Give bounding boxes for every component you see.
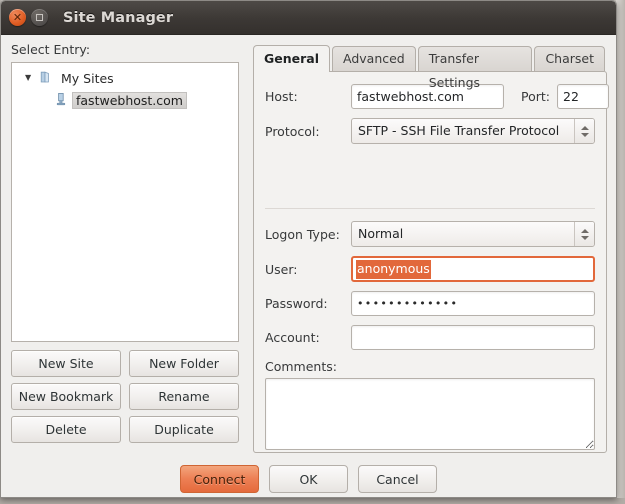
chevron-down-icon: [580, 235, 589, 240]
new-bookmark-button[interactable]: New Bookmark: [11, 383, 121, 410]
password-masked-value: •••••••••••••: [357, 297, 459, 310]
password-label: Password:: [265, 296, 328, 311]
site-manager-dialog: ✕ Site Manager Select Entry: ▼ My Sites …: [0, 0, 617, 498]
dialog-action-bar: Connect OK Cancel: [1, 465, 616, 493]
user-input[interactable]: anonymous: [351, 256, 595, 282]
port-label: Port:: [521, 89, 550, 104]
cancel-button[interactable]: Cancel: [358, 465, 437, 493]
titlebar[interactable]: ✕ Site Manager: [1, 1, 616, 35]
chevron-down-icon: [580, 132, 589, 137]
settings-notebook: General Advanced Transfer Settings Chars…: [253, 42, 609, 453]
tab-general[interactable]: General: [253, 45, 330, 72]
account-label: Account:: [265, 330, 320, 345]
port-input[interactable]: [557, 84, 609, 109]
ok-button[interactable]: OK: [269, 465, 348, 493]
connect-button[interactable]: Connect: [180, 465, 259, 493]
spinner-arrows-icon[interactable]: [574, 222, 594, 246]
close-icon[interactable]: ✕: [9, 9, 26, 26]
folder-icon: [39, 70, 53, 87]
logon-type-value: Normal: [358, 226, 404, 241]
user-input-selected-text: anonymous: [356, 259, 431, 279]
tree-item-label: My Sites: [61, 70, 114, 86]
password-input[interactable]: •••••••••••••: [351, 291, 595, 316]
dialog-body: Select Entry: ▼ My Sites fastwebhost.com…: [1, 35, 616, 497]
new-site-button[interactable]: New Site: [11, 350, 121, 377]
host-label: Host:: [265, 89, 298, 104]
logon-type-row: Logon Type: Normal: [265, 221, 595, 247]
background-window-bottom-edge: [0, 498, 625, 504]
host-input[interactable]: [351, 84, 504, 109]
site-tree[interactable]: ▼ My Sites fastwebhost.com: [11, 62, 239, 342]
comments-label: Comments:: [265, 359, 337, 374]
user-row: User: anonymous: [265, 256, 595, 282]
tree-item-my-sites[interactable]: ▼ My Sites: [12, 67, 238, 89]
delete-button[interactable]: Delete: [11, 416, 121, 443]
chevron-up-icon: [580, 125, 589, 130]
general-tab-panel: Host: Port: Protocol: SFTP - SSH File Tr…: [253, 71, 609, 453]
new-folder-button[interactable]: New Folder: [129, 350, 239, 377]
entry-sidebar: Select Entry: ▼ My Sites fastwebhost.com…: [11, 42, 239, 443]
site-actions-grid: New Site New Folder New Bookmark Rename …: [11, 350, 239, 443]
protocol-select[interactable]: SFTP - SSH File Transfer Protocol: [351, 118, 595, 144]
protocol-value: SFTP - SSH File Transfer Protocol: [358, 123, 560, 138]
section-divider: [265, 208, 595, 209]
tab-advanced[interactable]: Advanced: [332, 46, 416, 71]
password-row: Password: •••••••••••••: [265, 291, 595, 316]
account-row: Account:: [265, 325, 595, 350]
server-icon: [55, 92, 67, 109]
comments-textarea[interactable]: [265, 378, 595, 450]
logon-type-select[interactable]: Normal: [351, 221, 595, 247]
select-entry-label: Select Entry:: [11, 42, 91, 57]
tab-transfer-settings[interactable]: Transfer Settings: [417, 46, 533, 90]
rename-button[interactable]: Rename: [129, 383, 239, 410]
window-title: Site Manager: [63, 9, 174, 26]
protocol-label: Protocol:: [265, 123, 320, 139]
account-input[interactable]: [351, 325, 595, 350]
maximize-glyph: [36, 14, 43, 21]
logon-type-label: Logon Type:: [265, 226, 340, 242]
tree-item-fastwebhost[interactable]: fastwebhost.com: [12, 89, 238, 111]
spinner-arrows-icon[interactable]: [574, 119, 594, 143]
duplicate-button[interactable]: Duplicate: [129, 416, 239, 443]
tab-bar: General Advanced Transfer Settings Chars…: [253, 42, 607, 90]
user-label: User:: [265, 261, 298, 277]
tab-charset[interactable]: Charset: [534, 46, 605, 71]
tree-item-label: fastwebhost.com: [72, 91, 187, 109]
chevron-up-icon: [580, 228, 589, 233]
maximize-icon[interactable]: [31, 9, 48, 26]
chevron-down-icon[interactable]: ▼: [25, 74, 38, 82]
close-glyph: ✕: [12, 10, 23, 24]
panel-spacer: [265, 153, 595, 195]
background-window-right-edge: [616, 0, 625, 504]
protocol-row: Protocol: SFTP - SSH File Transfer Proto…: [265, 118, 595, 144]
